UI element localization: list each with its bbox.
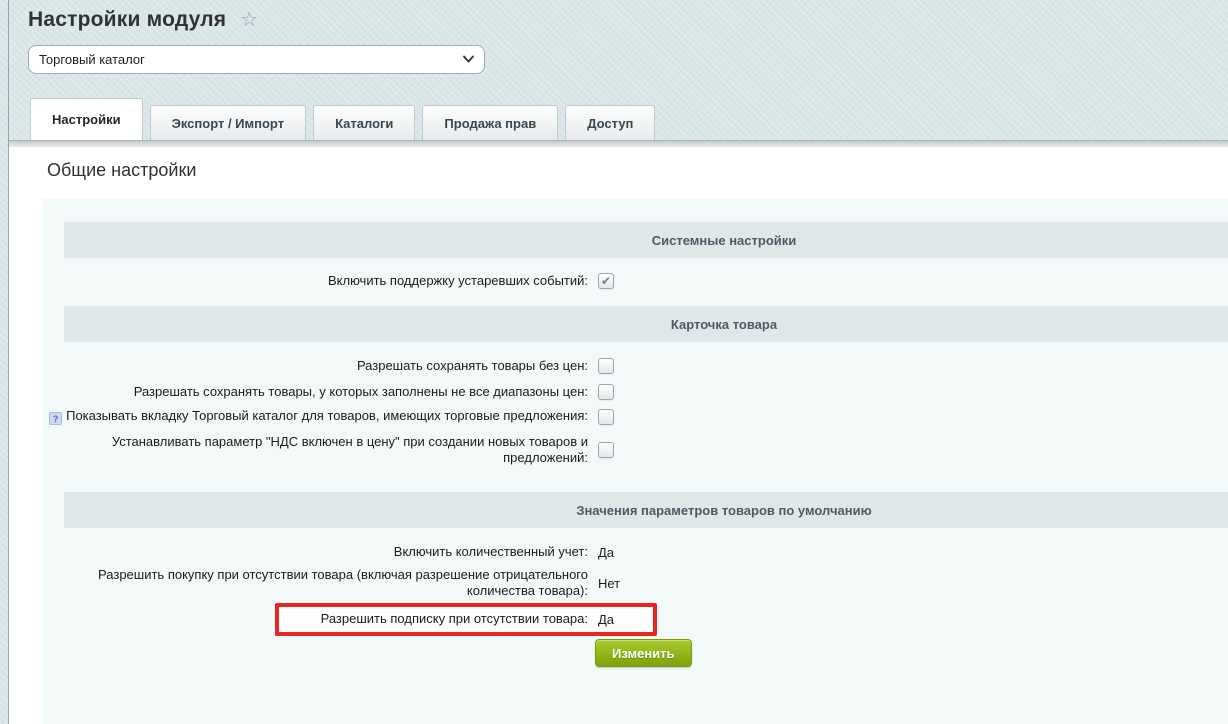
tab-label: Доступ	[587, 116, 633, 131]
row-label: Включить количественный учет:	[42, 544, 588, 560]
section-title: Общие настройки	[47, 160, 1228, 181]
checkbox-save-without-prices[interactable]	[598, 358, 614, 374]
form-row: Устанавливать параметр "НДС включен в це…	[42, 434, 1228, 466]
row-label: Разрешать сохранять товары, у которых за…	[42, 384, 588, 400]
group-header-label: Карточка товара	[671, 317, 777, 332]
tab-rights-sale[interactable]: Продажа прав	[422, 105, 558, 140]
form-row: Включить количественный учет: Да	[42, 544, 1228, 560]
row-label: Включить поддержку устаревших событий:	[42, 273, 588, 289]
page-header: Настройки модуля ☆ Торговый каталог	[28, 0, 485, 74]
value-quantity-trace: Да	[598, 545, 614, 560]
page-left-border	[8, 0, 9, 724]
checkbox-incomplete-price-ranges[interactable]	[598, 384, 614, 400]
value-subscribe: Да	[598, 612, 614, 627]
tab-label: Каталоги	[335, 116, 393, 131]
group-header-product-card: Карточка товара	[64, 306, 1228, 342]
row-label: Разрешить покупку при отсутствии товара …	[42, 567, 588, 599]
form-row-highlighted: Разрешить подписку при отсутствии товара…	[42, 611, 1228, 627]
form-row: Разрешать сохранять товары без цен:	[42, 358, 1228, 374]
group-header-label: Системные настройки	[652, 233, 797, 248]
settings-page: Настройки модуля ☆ Торговый каталог Наст…	[0, 0, 1228, 724]
module-select[interactable]: Торговый каталог	[28, 45, 485, 74]
checkbox-vat-included[interactable]	[598, 442, 614, 458]
row-label: Разрешить подписку при отсутствии товара…	[42, 611, 588, 627]
help-icon[interactable]: ?	[49, 412, 62, 425]
tab-catalogs[interactable]: Каталоги	[313, 105, 415, 140]
form-actions: Изменить	[595, 639, 1228, 667]
checkbox-legacy-events[interactable]: ✔	[598, 273, 614, 289]
form-row: ? Показывать вкладку Торговый каталог для…	[42, 408, 1228, 425]
group-header-label: Значения параметров товаров по умолчанию	[576, 503, 871, 518]
tab-settings[interactable]: Настройки	[30, 98, 143, 140]
row-label-text: Показывать вкладку Торговый каталог для …	[66, 408, 588, 423]
tab-label: Продажа прав	[444, 116, 536, 131]
save-button[interactable]: Изменить	[595, 639, 692, 667]
row-label: ? Показывать вкладку Торговый каталог для…	[42, 408, 588, 425]
tab-bar: Настройки Экспорт / Импорт Каталоги Прод…	[30, 98, 662, 140]
form-row: Включить поддержку устаревших событий: ✔	[42, 273, 1228, 289]
favorite-star-icon[interactable]: ☆	[240, 10, 258, 30]
tab-label: Экспорт / Импорт	[172, 116, 284, 131]
tab-label: Настройки	[52, 112, 121, 127]
page-title: Настройки модуля	[28, 8, 226, 32]
value-can-buy-zero: Нет	[598, 576, 620, 591]
tab-content: Общие настройки Системные настройки Вклю…	[9, 147, 1228, 724]
group-header-system: Системные настройки	[64, 222, 1228, 258]
row-label: Разрешать сохранять товары без цен:	[42, 358, 588, 374]
tab-access[interactable]: Доступ	[565, 105, 655, 140]
checkbox-show-catalog-tab[interactable]	[598, 409, 614, 425]
form-row: Разрешить покупку при отсутствии товара …	[42, 567, 1228, 599]
form-row: Разрешать сохранять товары, у которых за…	[42, 384, 1228, 400]
row-label: Устанавливать параметр "НДС включен в це…	[42, 434, 588, 466]
settings-form: Системные настройки Включить поддержку у…	[42, 199, 1228, 724]
module-select-wrap: Торговый каталог	[28, 45, 485, 74]
tab-export-import[interactable]: Экспорт / Импорт	[150, 105, 306, 140]
tab-divider-strip	[9, 140, 1228, 147]
group-header-defaults: Значения параметров товаров по умолчанию	[64, 492, 1228, 528]
